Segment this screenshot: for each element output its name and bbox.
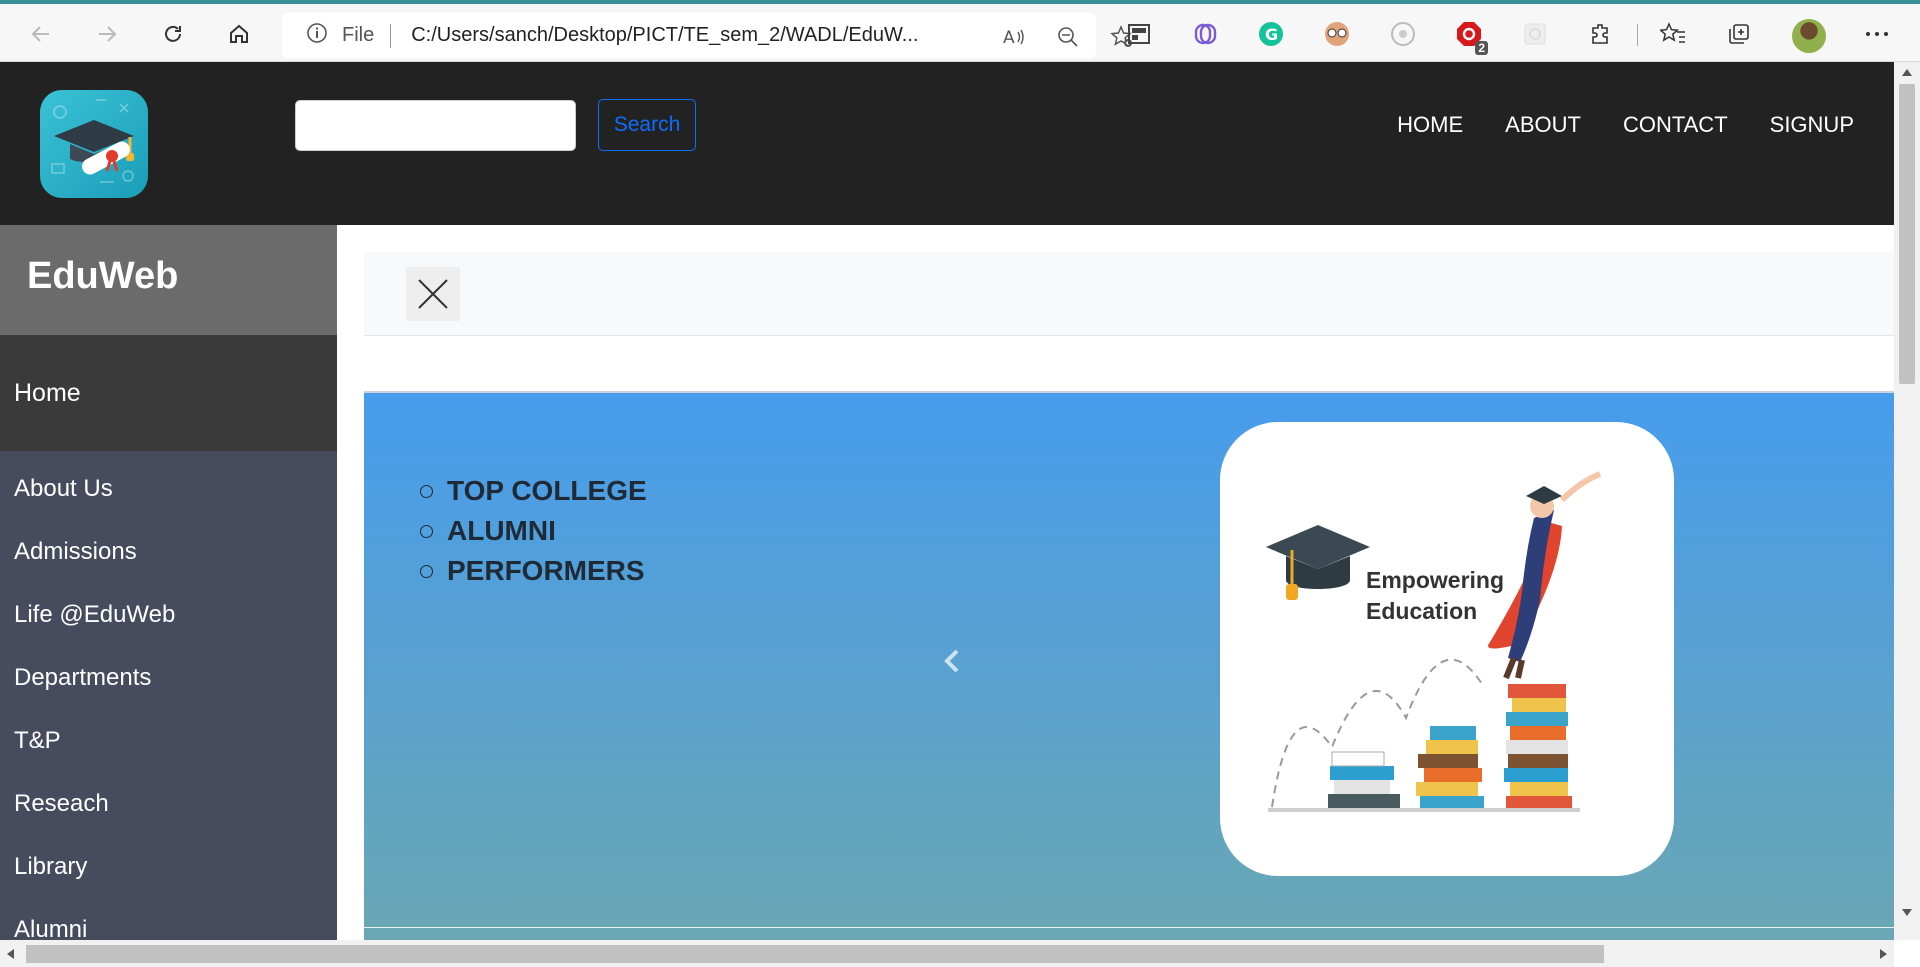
zoom-out-icon[interactable] (1054, 23, 1082, 51)
search-input[interactable] (295, 100, 576, 151)
promo-caption: Empowering Education (1366, 565, 1504, 627)
disabled-ext-icon[interactable] (1520, 19, 1550, 49)
promo-image: Empowering Education (1220, 422, 1674, 876)
extensions-icon[interactable] (1586, 19, 1616, 49)
more-menu-icon[interactable] (1862, 19, 1892, 49)
list-item: ALUMNI (420, 511, 647, 551)
carousel-divider (364, 927, 1894, 928)
sidebar-item-life[interactable]: Life @EduWeb (0, 583, 337, 646)
menu-signup-link[interactable]: SIGNUP (1770, 112, 1854, 138)
menu-contact-link[interactable]: CONTACT (1623, 112, 1728, 138)
home-icon[interactable] (222, 17, 256, 51)
page-viewport: Search HOME ABOUT CONTACT SIGNUP EduWeb … (0, 62, 1894, 940)
svg-text:G: G (1265, 25, 1278, 44)
promo-line2: Education (1366, 598, 1478, 624)
sidebar-item-about[interactable]: About Us (0, 457, 337, 520)
sidebar-ext-icon[interactable] (1124, 19, 1154, 49)
sidebar-brand: EduWeb (0, 225, 337, 335)
read-aloud-icon[interactable]: A (1000, 23, 1028, 51)
highlights-list: TOP COLLEGE ALUMNI PERFORMERS (420, 471, 647, 591)
adblock-ext-icon[interactable]: 2 (1454, 19, 1488, 55)
horizontal-scrollbar[interactable] (0, 940, 1894, 967)
refresh-icon[interactable] (156, 17, 190, 51)
svg-text:A: A (1003, 28, 1015, 48)
close-icon (418, 279, 448, 309)
forward-icon[interactable] (90, 17, 124, 51)
sidebar-item-departments[interactable]: Departments (0, 646, 337, 709)
menu-home-link[interactable]: HOME (1397, 112, 1463, 138)
list-item: PERFORMERS (420, 551, 647, 591)
sidebar-toggle-bar (364, 252, 1894, 336)
main-menu: HOME ABOUT CONTACT SIGNUP (1397, 112, 1854, 138)
toolbar-separator (1637, 24, 1638, 46)
sidebar-item-home[interactable]: Home (0, 335, 337, 451)
chevron-left-icon (944, 649, 959, 673)
address-separator (390, 23, 392, 48)
sidebar-item-alumni[interactable]: Alumni (0, 898, 337, 940)
sidebar-item-tnp[interactable]: T&P (0, 709, 337, 772)
favorites-icon[interactable] (1658, 19, 1688, 49)
scroll-down-icon[interactable] (1902, 909, 1912, 916)
sidebar-item-library[interactable]: Library (0, 835, 337, 898)
file-label: File (342, 24, 375, 46)
sidebar-item-research[interactable]: Reseach (0, 772, 337, 835)
carousel-prev-button[interactable] (937, 641, 967, 681)
promo-line1: Empowering (1366, 567, 1505, 593)
address-bar[interactable]: File C:/Users/sanch/Desktop/PICT/TE_sem_… (282, 13, 1132, 58)
link-ext-icon[interactable] (1190, 19, 1220, 49)
extension-badge: 2 (1475, 41, 1488, 55)
profile-avatar[interactable] (1792, 19, 1826, 53)
info-icon[interactable] (306, 22, 328, 49)
back-icon[interactable] (24, 17, 58, 51)
scroll-right-icon[interactable] (1880, 949, 1887, 959)
camera-ext-icon[interactable] (1388, 19, 1418, 49)
hero-carousel: TOP COLLEGE ALUMNI PERFORMERS Empowering… (364, 391, 1894, 940)
close-sidebar-button[interactable] (406, 267, 460, 321)
collections-icon[interactable] (1724, 19, 1754, 49)
top-navbar: Search HOME ABOUT CONTACT SIGNUP (0, 62, 1894, 225)
browser-toolbar: File C:/Users/sanch/Desktop/PICT/TE_sem_… (0, 0, 1920, 62)
sidebar: EduWeb Home About Us Admissions Life @Ed… (0, 225, 337, 940)
glasses-ext-icon[interactable] (1322, 19, 1352, 49)
url-text[interactable]: C:/Users/sanch/Desktop/PICT/TE_sem_2/WAD… (411, 24, 931, 47)
vertical-scrollbar[interactable] (1894, 62, 1920, 940)
menu-about-link[interactable]: ABOUT (1505, 112, 1581, 138)
horizontal-scroll-thumb[interactable] (26, 945, 1604, 963)
sidebar-item-admissions[interactable]: Admissions (0, 520, 337, 583)
search-button[interactable]: Search (598, 99, 696, 151)
vertical-scroll-thumb[interactable] (1899, 84, 1915, 384)
grammarly-icon[interactable]: G (1256, 19, 1286, 49)
scroll-up-icon[interactable] (1902, 69, 1912, 76)
list-item: TOP COLLEGE (420, 471, 647, 511)
scroll-left-icon[interactable] (7, 949, 14, 959)
site-logo[interactable] (40, 90, 148, 198)
